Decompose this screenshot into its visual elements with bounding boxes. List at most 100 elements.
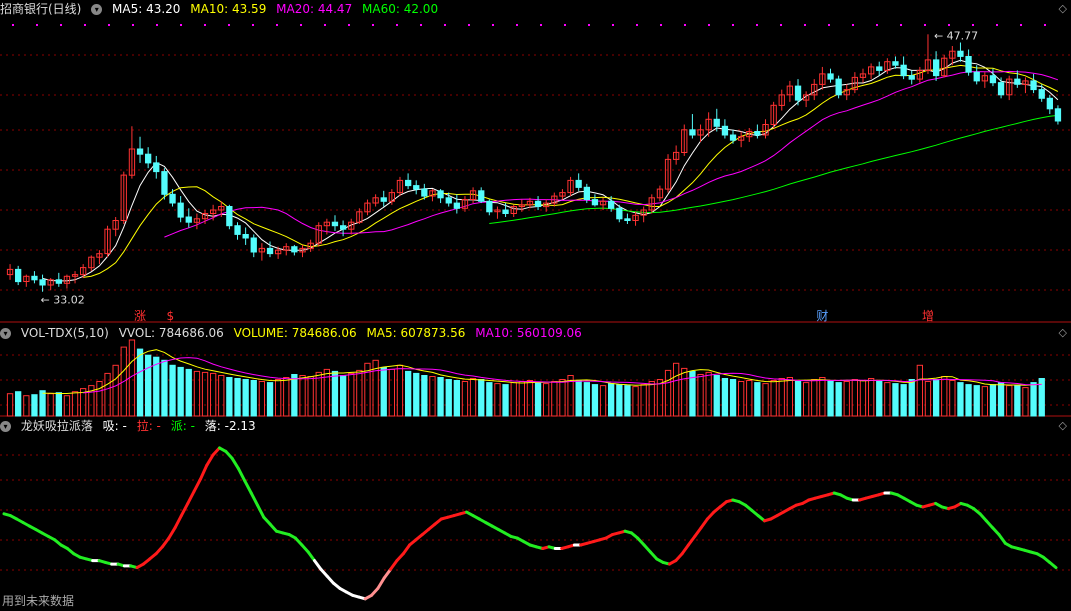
candle-body xyxy=(591,199,599,206)
indicator-segment xyxy=(389,559,399,571)
xi-label: 吸: - xyxy=(102,419,127,433)
indicator-segment xyxy=(686,534,697,547)
candle-body xyxy=(380,197,387,202)
ma10-label: MA10: 43.59 xyxy=(190,2,267,16)
candle-body xyxy=(616,207,623,220)
top-dot xyxy=(876,24,878,26)
top-dot xyxy=(156,24,158,26)
volume-bar xyxy=(762,383,769,417)
stock-title: 招商银行(日线) xyxy=(0,2,82,16)
volume-bar xyxy=(738,381,745,417)
volume-bar xyxy=(583,382,591,417)
ma5-line xyxy=(42,59,1059,282)
volume-bar xyxy=(656,379,664,417)
volume-bar xyxy=(916,364,924,417)
indicator-segment xyxy=(249,491,259,507)
volume-bar xyxy=(599,385,607,417)
indicator-segment xyxy=(199,463,209,481)
volume-bar xyxy=(892,383,899,417)
indicator-segment xyxy=(173,514,183,530)
candle-body xyxy=(413,185,420,190)
top-dot xyxy=(804,24,806,26)
volume-bar xyxy=(161,359,168,417)
top-dot xyxy=(972,24,974,26)
volume-bar xyxy=(226,377,233,417)
ma20-label: MA20: 44.47 xyxy=(276,2,353,16)
candle-body xyxy=(437,190,444,199)
volume-bar xyxy=(1022,387,1029,417)
candle-body xyxy=(729,134,737,141)
volume-bar xyxy=(502,384,509,417)
indicator-segment xyxy=(1048,560,1058,570)
volume-bar xyxy=(494,383,501,417)
top-dot xyxy=(780,24,782,26)
volume-bar xyxy=(648,381,655,417)
volume-bar xyxy=(908,379,915,417)
vol-ma5-label: MA5: 607873.56 xyxy=(366,326,466,340)
volume-bar xyxy=(551,381,558,417)
event-marker: 涨 xyxy=(134,308,146,323)
volume-bar xyxy=(1006,385,1013,417)
volume-bar xyxy=(15,391,22,417)
indicator-toggle-icon[interactable]: ◇ xyxy=(1059,419,1067,432)
volume-bar xyxy=(315,371,322,417)
volume-bar xyxy=(55,392,63,417)
volume-bar xyxy=(445,379,452,417)
top-dot xyxy=(60,24,62,26)
volume-settings-icon[interactable]: ▾ xyxy=(0,328,11,339)
volume-bar xyxy=(63,395,71,417)
candle-body xyxy=(185,216,192,223)
candle-body xyxy=(234,225,241,235)
panel-toggle-icon[interactable]: ◇ xyxy=(1059,2,1067,15)
candle-body xyxy=(900,64,907,77)
top-dot xyxy=(276,24,278,26)
main-panel-header: 招商银行(日线) ▾ MA5: 43.20 MA10: 43.59 MA20: … xyxy=(0,1,444,17)
volume-bar xyxy=(900,384,907,417)
volume-bar xyxy=(811,379,818,417)
volume-bar xyxy=(786,377,794,417)
volume-bar xyxy=(250,380,257,417)
top-dot xyxy=(996,24,998,26)
event-marker: 财 xyxy=(816,309,828,323)
volume-bar xyxy=(283,377,290,417)
volume-bar xyxy=(697,374,704,417)
volume-bar xyxy=(608,383,615,417)
indicator-segment xyxy=(192,477,202,493)
candle-body xyxy=(31,275,38,281)
volume-bar xyxy=(859,380,867,417)
candle-body xyxy=(989,75,997,84)
volume-bar xyxy=(868,378,875,417)
volume-bar xyxy=(136,348,144,417)
candle-body xyxy=(957,50,964,57)
settings-icon[interactable]: ▾ xyxy=(91,4,103,15)
volume-bar xyxy=(664,369,672,417)
indicator-settings-icon[interactable]: ▾ xyxy=(0,421,11,432)
top-dot xyxy=(252,24,254,26)
volume-toggle-icon[interactable]: ◇ xyxy=(1059,326,1067,339)
top-dot xyxy=(444,24,446,26)
top-dot xyxy=(468,24,470,26)
volume-bar xyxy=(965,384,972,417)
candle-body xyxy=(689,129,696,136)
indicator-segment xyxy=(997,533,1007,545)
candle-body xyxy=(892,61,899,66)
volume-bar xyxy=(380,366,387,417)
candle-body xyxy=(1030,80,1037,91)
top-dot xyxy=(1020,24,1022,26)
indicator-segment xyxy=(376,576,386,590)
top-dot xyxy=(684,24,686,26)
indicator-segment xyxy=(186,489,196,505)
volume-bar xyxy=(478,379,485,417)
high-price-label: ← 47.77 xyxy=(934,29,978,42)
volume-bar xyxy=(526,380,534,417)
candle-body xyxy=(15,268,22,283)
volume-bar xyxy=(486,382,493,417)
volume-bar xyxy=(933,379,940,417)
volume-bar xyxy=(843,381,850,417)
volume-bar xyxy=(169,364,176,417)
top-dot xyxy=(708,24,710,26)
top-dot xyxy=(228,24,230,26)
volume-bar xyxy=(681,367,688,417)
stock-chart-canvas[interactable]: ← 47.77 ← 33.02 涨 $ 财 增 xyxy=(0,0,1071,611)
top-dot xyxy=(180,24,182,26)
